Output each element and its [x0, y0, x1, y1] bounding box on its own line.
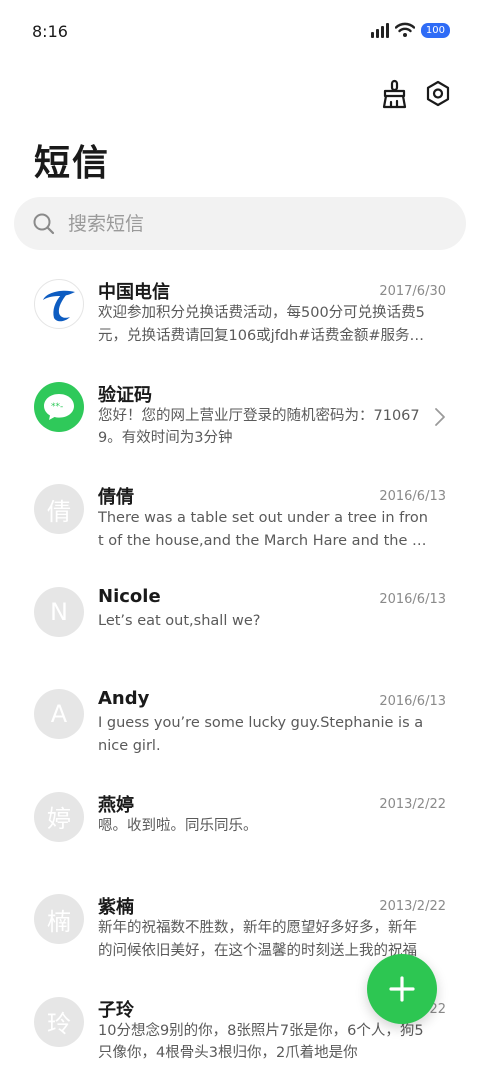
sender-name: Nicole — [98, 585, 161, 607]
signal-icon — [370, 22, 389, 38]
message-date: 2016/6/13 — [379, 489, 446, 504]
sender-name: Andy — [98, 688, 150, 709]
message-item-verification[interactable]: **- 验证码 您好！您的网上营业厅登录的随机密码为：710679。有效时间为3… — [0, 373, 480, 476]
avatar — [34, 279, 84, 329]
avatar: 婷 — [34, 791, 84, 842]
page-title: 短信 — [34, 143, 111, 184]
svg-text:**-: **- — [51, 402, 63, 412]
sender-name: 中国电信 — [98, 282, 170, 303]
message-date: 2013/2/22 — [379, 899, 446, 914]
message-preview: 欢迎参加积分兑换话费活动，每500分可兑换话费5元，兑换话费请回复106或jfd… — [98, 305, 425, 344]
plus-icon — [389, 976, 415, 1002]
message-preview: 您好！您的网上营业厅登录的随机密码为：710679。有效时间为3分钟 — [98, 407, 420, 447]
broom-icon — [382, 79, 407, 109]
sender-name: 验证码 — [98, 384, 152, 406]
battery-badge: 100 — [420, 22, 450, 38]
chevron-right-icon — [435, 407, 445, 426]
message-preview: 10分想念9别的你，8张照片7张是你，6个人，狗5只像你，4根骨头3根归你，2爪… — [98, 1022, 424, 1062]
status-time: 8:16 — [32, 22, 68, 41]
clean-button[interactable] — [378, 78, 410, 110]
sender-name: 燕婷 — [98, 794, 134, 816]
sender-name: 紫楠 — [98, 897, 134, 918]
search-input[interactable] — [68, 212, 428, 235]
avatar: 玲 — [34, 996, 84, 1047]
message-preview: 新年的祝福数不胜数，新年的愿望好多好多，新年的问候依旧美好，在这个温馨的时刻送上… — [98, 920, 417, 959]
search-bar[interactable] — [14, 197, 466, 250]
chat-bubble-icon: **- — [44, 393, 74, 420]
message-date: 2016/6/13 — [379, 591, 446, 607]
message-item-andy[interactable]: A Andy 2016/6/13 I guess you’re some luc… — [0, 680, 480, 783]
message-list: 中国电信 2017/6/30 欢迎参加积分兑换话费活动，每500分可兑换话费5元… — [0, 270, 480, 1067]
avatar: 楠 — [34, 894, 84, 944]
avatar: A — [34, 689, 84, 739]
sender-name: 子玲 — [98, 999, 134, 1021]
gear-icon — [426, 80, 450, 107]
message-date: 2013/2/22 — [379, 796, 446, 812]
sender-name: 倩倩 — [98, 487, 134, 508]
message-item-qianqian[interactable]: 倩 倩倩 2016/6/13 There was a table set out… — [0, 475, 480, 578]
message-preview: 嗯。收到啦。同乐同乐。 — [98, 817, 258, 834]
message-preview: I guess you’re some lucky guy.Stephanie … — [98, 715, 424, 754]
message-date: 2017/6/30 — [379, 284, 446, 299]
status-bar: 8:16 100 — [0, 0, 480, 66]
avatar: N — [34, 586, 84, 637]
new-message-button[interactable] — [367, 954, 437, 1024]
search-icon — [33, 213, 55, 234]
message-item-china-telecom[interactable]: 中国电信 2017/6/30 欢迎参加积分兑换话费活动，每500分可兑换话费5元… — [0, 270, 480, 373]
message-preview: Let’s eat out,shall we? — [98, 612, 261, 629]
china-telecom-logo-icon — [43, 290, 75, 322]
wifi-icon — [394, 22, 415, 37]
message-item-yanting[interactable]: 婷 燕婷 2013/2/22 嗯。收到啦。同乐同乐。 — [0, 783, 480, 886]
settings-button[interactable] — [422, 78, 454, 110]
message-item-nicole[interactable]: N Nicole 2016/6/13 Let’s eat out,shall w… — [0, 578, 480, 681]
message-preview: There was a table set out under a tree i… — [98, 510, 428, 549]
message-date: 2016/6/13 — [379, 694, 446, 709]
avatar: **- — [34, 381, 84, 432]
status-icons: 100 — [370, 22, 450, 38]
avatar: 倩 — [34, 484, 84, 534]
